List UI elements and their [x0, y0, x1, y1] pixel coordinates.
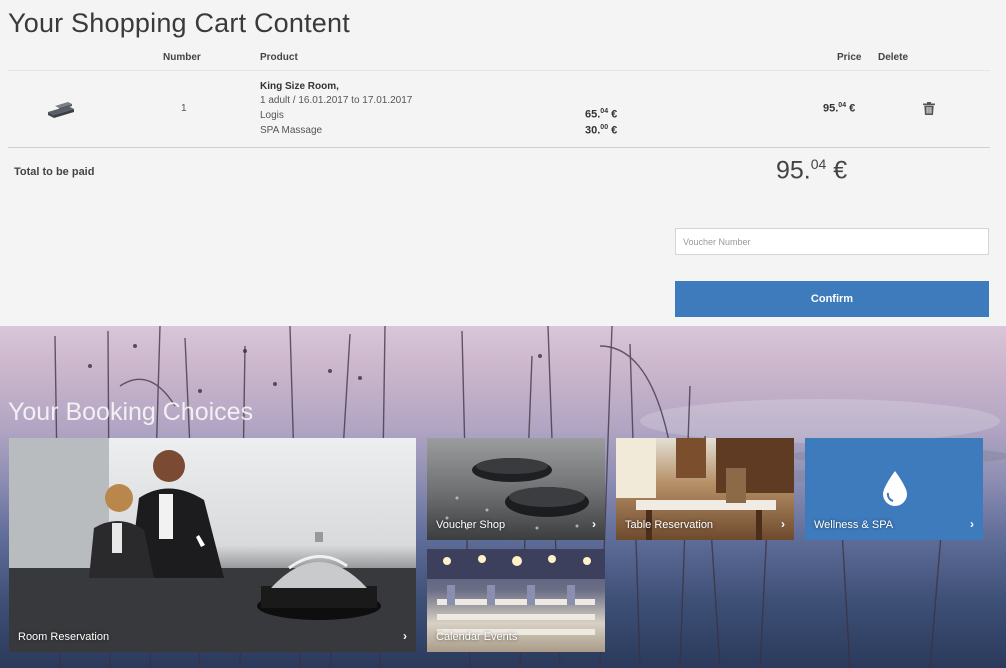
tile-label: Calendar Events [436, 631, 518, 643]
column-header-price: Price [837, 52, 862, 63]
total-amount: 95.04 € [776, 156, 848, 185]
line-item-amount: 30.00 € [585, 124, 618, 137]
product-details: 1 adult / 16.01.2017 to 17.01.2017 [260, 95, 413, 106]
item-price: 95.04 € [823, 102, 856, 115]
tile-room-reservation[interactable]: Room Reservation › [9, 438, 416, 652]
column-header-delete: Delete [878, 52, 909, 63]
chevron-right-icon: › [970, 517, 974, 531]
voucher-number-input[interactable] [675, 228, 989, 255]
booking-choices-section: Your Booking Choices Room Reservation › [0, 326, 1006, 668]
product-name: King Size Room, [260, 81, 339, 92]
trash-icon[interactable] [923, 102, 935, 115]
tile-table-reservation[interactable]: Table Reservation › [616, 438, 794, 540]
item-quantity: 1 [181, 103, 187, 114]
total-label: Total to be paid [14, 166, 95, 178]
column-header-number: Number [163, 52, 201, 63]
header-divider [8, 70, 990, 71]
tile-wellness-spa[interactable]: Wellness & SPA › [805, 438, 983, 540]
line-item-label: Logis [260, 110, 284, 121]
line-item-label: SPA Massage [260, 125, 323, 136]
chevron-right-icon: › [781, 517, 785, 531]
tile-label: Wellness & SPA [814, 519, 894, 531]
room-reservation-image [9, 438, 416, 652]
confirm-button[interactable]: Confirm [675, 281, 989, 317]
tile-label: Room Reservation [18, 631, 110, 643]
chevron-right-icon: › [403, 629, 407, 643]
tile-calendar-events[interactable]: Calendar Events [427, 549, 605, 652]
shopping-cart-panel: Your Shopping Cart Content Number Produc… [0, 0, 1006, 326]
tile-label: Voucher Shop [436, 519, 506, 531]
tile-label: Table Reservation [625, 519, 714, 531]
tile-voucher-shop[interactable]: Voucher Shop › [427, 438, 605, 540]
chevron-right-icon: › [592, 517, 596, 531]
bed-icon [48, 102, 74, 118]
page-title: Your Shopping Cart Content [8, 8, 350, 38]
water-drop-icon [883, 471, 907, 506]
row-divider [8, 147, 990, 148]
booking-choices-title: Your Booking Choices [8, 398, 254, 426]
column-header-product: Product [260, 52, 298, 63]
line-item-amount: 65.04 € [585, 108, 618, 121]
